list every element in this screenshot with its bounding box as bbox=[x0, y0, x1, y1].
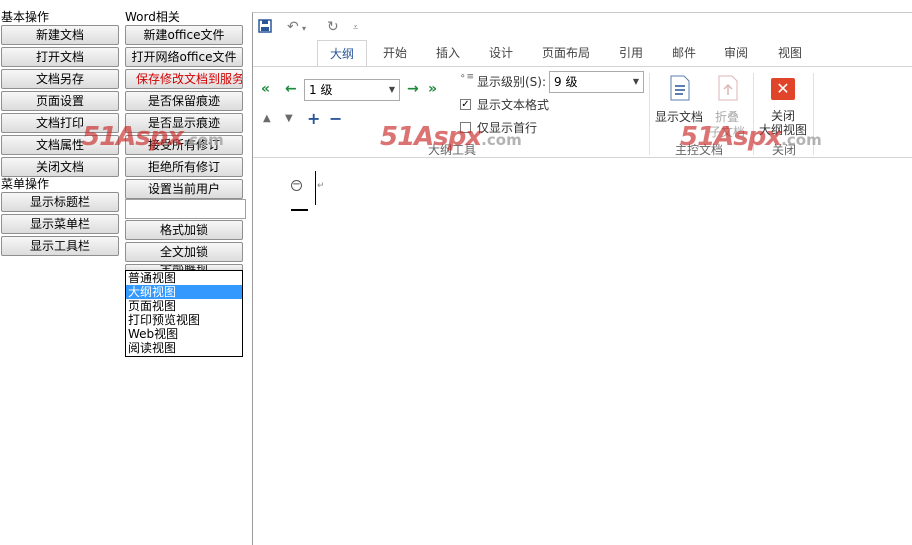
watermark-logo: 51Aspx.com bbox=[82, 122, 224, 152]
collapse-subdocuments-icon[interactable] bbox=[717, 75, 739, 104]
show-level-icon: ⚬≡ bbox=[459, 72, 475, 82]
show-toolbar-button[interactable]: 显示工具栏 bbox=[1, 236, 119, 256]
reject-all-revisions-button[interactable]: 拒绝所有修订 bbox=[125, 157, 243, 177]
lock-all-button[interactable]: 全文加锁 bbox=[125, 242, 243, 262]
word-related-label: Word相关 bbox=[125, 10, 180, 24]
outline-level-combo[interactable]: 1 级 ▼ bbox=[304, 79, 400, 101]
show-document-icon[interactable] bbox=[669, 75, 691, 104]
move-up-icon[interactable]: ▲ bbox=[263, 113, 271, 124]
show-text-format-label: 显示文本格式 bbox=[477, 98, 550, 112]
show-titlebar-button[interactable]: 显示标题栏 bbox=[1, 192, 119, 212]
outline-level-value: 1 级 bbox=[309, 83, 333, 97]
collapse-icon[interactable]: − bbox=[329, 109, 342, 128]
promote-to-heading1-icon[interactable]: « bbox=[261, 81, 270, 97]
chevron-down-icon: ▼ bbox=[388, 85, 395, 94]
current-user-input[interactable] bbox=[125, 199, 246, 219]
tab-home[interactable]: 开始 bbox=[373, 40, 417, 66]
view-listbox[interactable]: 普通视图 大纲视图 页面视图 打印预览视图 Web视图 阅读视图 bbox=[125, 270, 243, 357]
show-menubar-button[interactable]: 显示菜单栏 bbox=[1, 214, 119, 234]
view-option-print-preview[interactable]: 打印预览视图 bbox=[126, 313, 242, 327]
show-level-label: 显示级别(S): bbox=[477, 75, 547, 89]
ribbon-separator bbox=[649, 73, 650, 155]
watermark-logo: 51Aspx.com bbox=[380, 122, 522, 152]
undo-icon[interactable]: ↶ bbox=[287, 19, 299, 35]
chevron-down-icon: ▼ bbox=[632, 77, 639, 86]
show-text-format-checkbox[interactable]: ✓ bbox=[460, 99, 471, 110]
watermark-logo: 51Aspx.com bbox=[680, 122, 822, 152]
menu-ops-label: 菜单操作 bbox=[1, 177, 50, 191]
tab-design[interactable]: 设计 bbox=[479, 40, 523, 66]
outline-bullet-icon[interactable]: − bbox=[291, 180, 302, 191]
open-network-office-button[interactable]: 打开网络office文件 bbox=[125, 47, 243, 67]
new-document-button[interactable]: 新建文档 bbox=[1, 25, 119, 45]
view-option-outline[interactable]: 大纲视图 bbox=[126, 285, 242, 299]
demote-to-body-icon[interactable]: » bbox=[428, 81, 437, 97]
view-option-reading[interactable]: 阅读视图 bbox=[126, 341, 242, 355]
save-icon[interactable] bbox=[258, 19, 272, 37]
undo-dropdown-icon[interactable]: ▾ bbox=[302, 24, 306, 33]
tab-insert[interactable]: 插入 bbox=[426, 40, 470, 66]
tab-view[interactable]: 视图 bbox=[768, 40, 812, 66]
show-level-combo[interactable]: 9 级 ▼ bbox=[549, 71, 644, 93]
customize-qat-icon[interactable]: ⩡ bbox=[353, 23, 358, 33]
text-cursor bbox=[315, 171, 316, 205]
demote-icon[interactable]: → bbox=[407, 81, 419, 97]
tab-mailings[interactable]: 邮件 bbox=[662, 40, 706, 66]
outline-underline bbox=[291, 209, 308, 211]
save-to-server-button[interactable]: 保存修改文档到服务 bbox=[125, 69, 243, 89]
view-option-normal[interactable]: 普通视图 bbox=[126, 271, 242, 285]
new-office-file-button[interactable]: 新建office文件 bbox=[125, 25, 243, 45]
tab-page-layout[interactable]: 页面布局 bbox=[536, 40, 596, 66]
tab-outline[interactable]: 大纲 bbox=[317, 40, 367, 66]
redo-icon[interactable]: ↻ bbox=[327, 19, 339, 35]
save-as-button[interactable]: 文档另存 bbox=[1, 69, 119, 89]
basic-ops-label: 基本操作 bbox=[1, 10, 50, 24]
show-level-value: 9 级 bbox=[554, 75, 578, 89]
move-down-icon[interactable]: ▼ bbox=[285, 113, 293, 124]
paragraph-mark-icon: ↵ bbox=[317, 181, 325, 191]
expand-icon[interactable]: + bbox=[307, 109, 320, 128]
open-document-button[interactable]: 打开文档 bbox=[1, 47, 119, 67]
keep-traces-button[interactable]: 是否保留痕迹 bbox=[125, 91, 243, 111]
word-control[interactable]: ↶ ▾ ↻ ⩡ 大纲 开始 插入 设计 页面布局 引用 邮件 审阅 视图 « ←… bbox=[252, 12, 912, 545]
close-document-button[interactable]: 关闭文档 bbox=[1, 157, 119, 177]
promote-icon[interactable]: ← bbox=[285, 81, 297, 97]
tab-review[interactable]: 审阅 bbox=[714, 40, 758, 66]
view-option-page[interactable]: 页面视图 bbox=[126, 299, 242, 313]
view-option-web[interactable]: Web视图 bbox=[126, 327, 242, 341]
close-outline-view-icon[interactable]: ✕ bbox=[771, 78, 795, 100]
page-setup-button[interactable]: 页面设置 bbox=[1, 91, 119, 111]
lock-format-button[interactable]: 格式加锁 bbox=[125, 220, 243, 240]
tab-references[interactable]: 引用 bbox=[609, 40, 653, 66]
set-current-user-button[interactable]: 设置当前用户 bbox=[125, 179, 243, 199]
